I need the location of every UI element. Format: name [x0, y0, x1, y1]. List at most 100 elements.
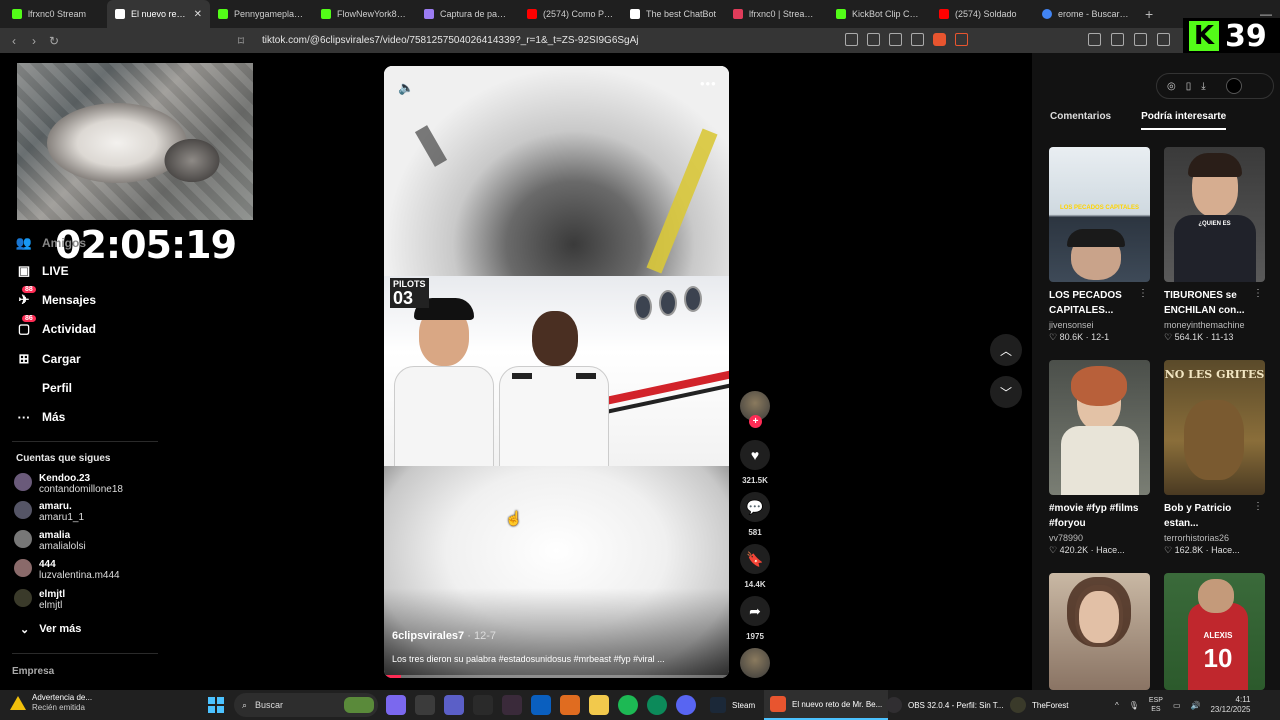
card-more-icon[interactable]: ⋮: [1138, 288, 1148, 299]
suggested-video-card[interactable]: NO LES GRITES Bob y Patricio estan... te…: [1164, 360, 1265, 556]
nav-upload[interactable]: ⊞ Cargar: [16, 349, 81, 369]
account-icon[interactable]: [1225, 78, 1242, 94]
outlook-icon[interactable]: [531, 695, 551, 715]
suggested-video-card[interactable]: ¿QUIEN ES TIBURONES se ENCHILAN con... m…: [1164, 147, 1265, 343]
browser-tab[interactable]: erome - Buscar con Google: [1034, 0, 1137, 28]
notification-warning[interactable]: Advertencia de... Recién emitida: [10, 693, 92, 713]
next-video-button[interactable]: ﹀: [990, 376, 1022, 408]
following-item[interactable]: 444 luzvalentina.m444: [14, 559, 120, 581]
start-button[interactable]: [208, 697, 224, 713]
browser-tab[interactable]: (2574) Como Pasar: [519, 0, 622, 28]
language-indicator[interactable]: ESP ES: [1149, 696, 1163, 714]
suggested-video-card[interactable]: [1049, 573, 1150, 690]
clock[interactable]: 4:11 23/12/2025: [1210, 695, 1250, 715]
folder-icon[interactable]: [589, 695, 609, 715]
phone-icon[interactable]: ▯: [1186, 81, 1192, 92]
see-more-button[interactable]: ⌄ Ver más: [20, 623, 81, 636]
follow-plus-icon[interactable]: +: [749, 415, 762, 428]
nav-profile[interactable]: Perfil: [16, 378, 72, 398]
taskbar-search[interactable]: ⌕ Buscar: [234, 693, 378, 717]
xbox-icon[interactable]: [473, 695, 493, 715]
taskbar-window-obs[interactable]: OBS 32.0.4 - Perfil: Sin T...: [880, 690, 1009, 720]
spotify-icon[interactable]: [618, 695, 638, 715]
previous-video-button[interactable]: ︿: [990, 334, 1022, 366]
reload-icon[interactable]: ↻: [44, 34, 64, 48]
browser-tab[interactable]: lfrxnc0 Stream: [4, 0, 107, 28]
teams-icon[interactable]: [444, 695, 464, 715]
url-field[interactable]: tiktok.com/@6clipsvirales7/video/7581257…: [262, 28, 639, 53]
save-button[interactable]: 🔖: [740, 544, 770, 574]
sound-icon[interactable]: 🔈: [398, 80, 414, 96]
nav-live[interactable]: ▣ LIVE: [16, 261, 69, 281]
nav-more[interactable]: ··· Más: [16, 407, 66, 427]
app-icon[interactable]: [502, 695, 522, 715]
video-progress-bar[interactable]: [384, 675, 729, 678]
taskbar-window-steam[interactable]: Steam: [704, 690, 761, 720]
microphone-icon[interactable]: 🎙: [1129, 701, 1139, 710]
nav-messages[interactable]: ✈ 88 Mensajes: [16, 286, 96, 310]
share-button[interactable]: ➦: [740, 596, 770, 626]
footer-company-link[interactable]: Empresa: [12, 666, 54, 677]
chevron-up-icon[interactable]: ^: [1115, 701, 1119, 710]
nav-friends[interactable]: 👥 Amigos: [16, 233, 86, 253]
video-player[interactable]: PILOTS 03 🔈 ••• 6clipsvirales7 · 12-7 Lo…: [384, 66, 729, 678]
discord-icon[interactable]: [676, 695, 696, 715]
wallet-icon[interactable]: [1111, 33, 1124, 46]
music-icon[interactable]: [1134, 33, 1147, 46]
taskbar-window-browser[interactable]: El nuevo reto de Mr. Be...: [764, 690, 889, 720]
tab-suggested[interactable]: Podría interesarte: [1141, 111, 1227, 130]
more-options-icon[interactable]: •••: [700, 76, 717, 91]
copilot-icon[interactable]: [386, 695, 406, 715]
back-icon[interactable]: ‹: [4, 34, 24, 48]
live-icon: ▣: [17, 263, 31, 278]
nav-activity[interactable]: ▢ 86 Actividad: [16, 315, 96, 339]
browser-tab[interactable]: The best ChatBot: [622, 0, 725, 28]
browser-tab[interactable]: KickBot Clip Commands: [828, 0, 931, 28]
avatar: [14, 530, 32, 548]
rewards-icon[interactable]: [955, 33, 968, 46]
suggested-video-card[interactable]: LOS PECADOS CAPITALES LOS PECADOS CAPITA…: [1049, 147, 1150, 343]
compass-icon[interactable]: ◎: [1167, 81, 1176, 92]
new-tab-button[interactable]: +: [1137, 6, 1161, 22]
store-icon[interactable]: [415, 695, 435, 715]
download-icon[interactable]: ⤓: [1201, 81, 1205, 92]
thumbnail-text: NO LES GRITES: [1164, 368, 1265, 381]
media-icon[interactable]: [845, 33, 858, 46]
browser-tab[interactable]: FlowNewYork898 Stream: [313, 0, 416, 28]
browser-tab[interactable]: lfrxnc0 | Streamloots: [725, 0, 828, 28]
cast-icon[interactable]: [867, 33, 880, 46]
comment-button[interactable]: 💬: [740, 492, 770, 522]
sound-disc-avatar[interactable]: [740, 648, 770, 678]
extensions-icon[interactable]: [1088, 33, 1101, 46]
close-tab-icon[interactable]: ✕: [194, 9, 202, 20]
browser-tab-active[interactable]: El nuevo reto de Mr. Beast ✕: [107, 0, 210, 28]
suggested-video-card[interactable]: #movie #fyp #films #foryou vv78990 ♡ 420…: [1049, 360, 1150, 556]
following-item[interactable]: amalia amalialolsi: [14, 530, 86, 552]
like-button[interactable]: ♥: [740, 440, 770, 470]
network-icon[interactable]: ▭: [1173, 701, 1181, 710]
edge-icon[interactable]: [647, 695, 667, 715]
volume-icon[interactable]: 🔊: [1191, 701, 1201, 710]
brave-shield-icon[interactable]: [933, 33, 946, 46]
taskbar-window-theforest[interactable]: TheForest: [1004, 690, 1074, 720]
tab-comments[interactable]: Comentarios: [1050, 111, 1111, 130]
more-icon: ···: [17, 409, 31, 425]
forward-icon[interactable]: ›: [24, 34, 44, 48]
following-item[interactable]: amaru. amaru1_1: [14, 501, 84, 523]
following-item[interactable]: Kendoo.23 contandomillone18: [14, 473, 123, 495]
tab-label: Captura de pantalla: [440, 9, 511, 19]
suggested-video-card[interactable]: ALEXIS 10: [1164, 573, 1265, 690]
bookmark-icon[interactable]: ⌑: [231, 34, 251, 48]
following-item[interactable]: elmjtl elmjtl: [14, 589, 65, 611]
card-more-icon[interactable]: ⋮: [1253, 288, 1263, 299]
browser-tab[interactable]: Pennygameplay Stream: [210, 0, 313, 28]
sidebar-icon[interactable]: [1157, 33, 1170, 46]
card-more-icon[interactable]: ⋮: [1253, 501, 1263, 512]
app-icon[interactable]: [560, 695, 580, 715]
video-author[interactable]: 6clipsvirales7 · 12-7: [392, 630, 496, 642]
save-count: 14.4K: [744, 580, 766, 589]
translate-icon[interactable]: [889, 33, 902, 46]
browser-tab[interactable]: (2574) Soldado: [931, 0, 1034, 28]
share-icon[interactable]: [911, 33, 924, 46]
browser-tab[interactable]: Captura de pantalla: [416, 0, 519, 28]
